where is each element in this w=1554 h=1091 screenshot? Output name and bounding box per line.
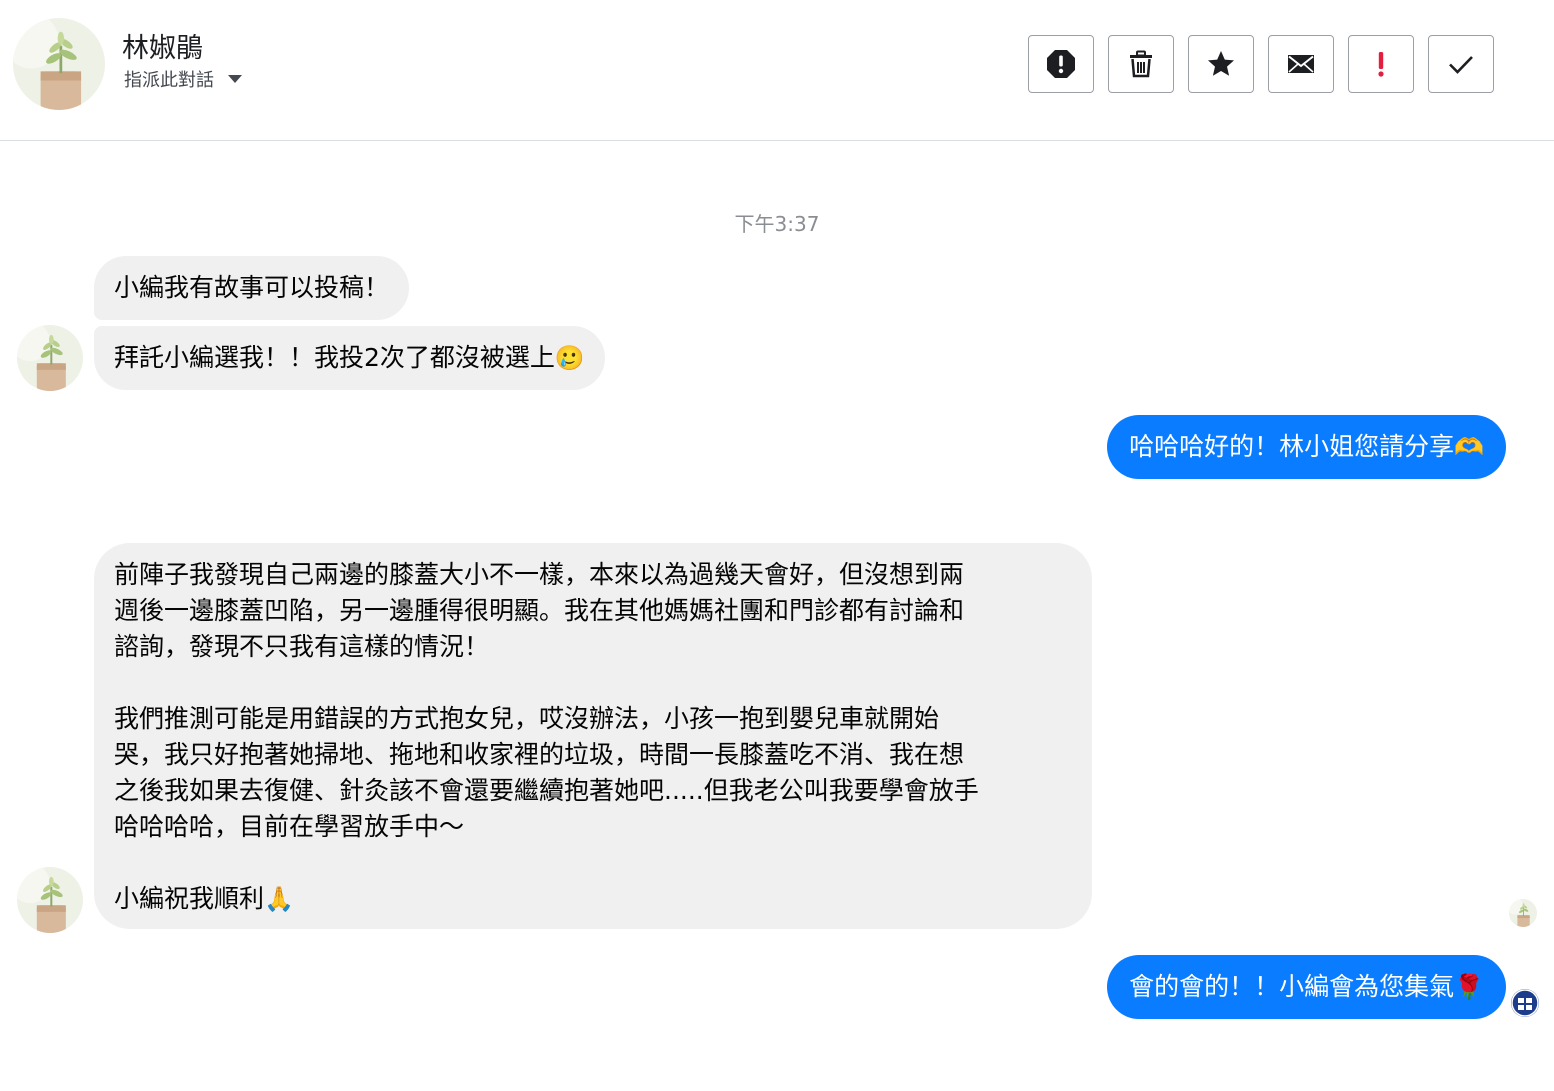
outgoing-message[interactable]: 會的會的！！小編會為您集氣🌹: [1107, 955, 1506, 1019]
follow-up-button[interactable]: [1348, 35, 1414, 93]
message-text: 會的會的！！小編會為您集氣: [1129, 972, 1455, 1001]
incoming-message[interactable]: 拜託小編選我！！我投2次了都沒被選上🥲: [94, 326, 605, 390]
checkmark-icon: [1449, 56, 1473, 74]
message-text: 前陣子我發現自己兩邊的膝蓋大小不一樣，本來以為過幾天會好，但沒想到兩 週後一邊膝…: [114, 560, 979, 913]
message-text: 拜託小編選我！！我投2次了都沒被選上: [114, 343, 555, 372]
outgoing-message[interactable]: 哈哈哈好的！林小姐您請分享🫶: [1107, 415, 1506, 479]
caret-down-icon: [228, 75, 242, 83]
folded-hands-emoji: 🙏: [264, 885, 294, 913]
assign-label: 指派此對話: [124, 70, 214, 91]
star-icon: [1208, 51, 1234, 76]
mark-unread-button[interactable]: [1268, 35, 1334, 93]
mark-done-button[interactable]: [1428, 35, 1494, 93]
trash-icon: [1130, 50, 1152, 78]
alert-octagon-icon: [1047, 50, 1075, 78]
action-toolbar: [1028, 35, 1494, 93]
incoming-message[interactable]: 前陣子我發現自己兩邊的膝蓋大小不一樣，本來以為過幾天會好，但沒想到兩 週後一邊膝…: [94, 543, 1092, 929]
heart-hands-emoji: 🫶: [1454, 433, 1484, 461]
page-avatar-logo: [1511, 989, 1539, 1017]
spam-button[interactable]: [1028, 35, 1094, 93]
sender-avatar[interactable]: [17, 325, 83, 391]
contact-name: 林婌鵑: [122, 33, 203, 64]
crying-smile-emoji: 🥲: [554, 344, 585, 372]
rose-emoji: 🌹: [1454, 973, 1484, 1001]
plant-avatar-image: [1509, 899, 1537, 927]
message-timestamp: 下午3:37: [734, 212, 820, 236]
plant-avatar-image: [17, 867, 83, 933]
star-button[interactable]: [1188, 35, 1254, 93]
plant-avatar-image: [13, 18, 105, 110]
message-text: 小編我有故事可以投稿！: [114, 273, 390, 302]
plant-avatar-image: [17, 325, 83, 391]
sender-avatar[interactable]: [17, 867, 83, 933]
delete-button[interactable]: [1108, 35, 1174, 93]
assign-conversation-dropdown[interactable]: 指派此對話: [124, 66, 242, 92]
seen-indicator-avatar: [1509, 899, 1537, 927]
page-logo-icon: [1511, 989, 1539, 1017]
conversation-header: 林婌鵑 指派此對話: [0, 0, 1554, 141]
contact-avatar[interactable]: [13, 18, 105, 110]
message-text: 哈哈哈好的！林小姐您請分享: [1129, 432, 1455, 461]
incoming-message[interactable]: 小編我有故事可以投稿！: [94, 256, 410, 320]
exclamation-icon: [1378, 52, 1384, 77]
envelope-icon: [1288, 55, 1314, 73]
